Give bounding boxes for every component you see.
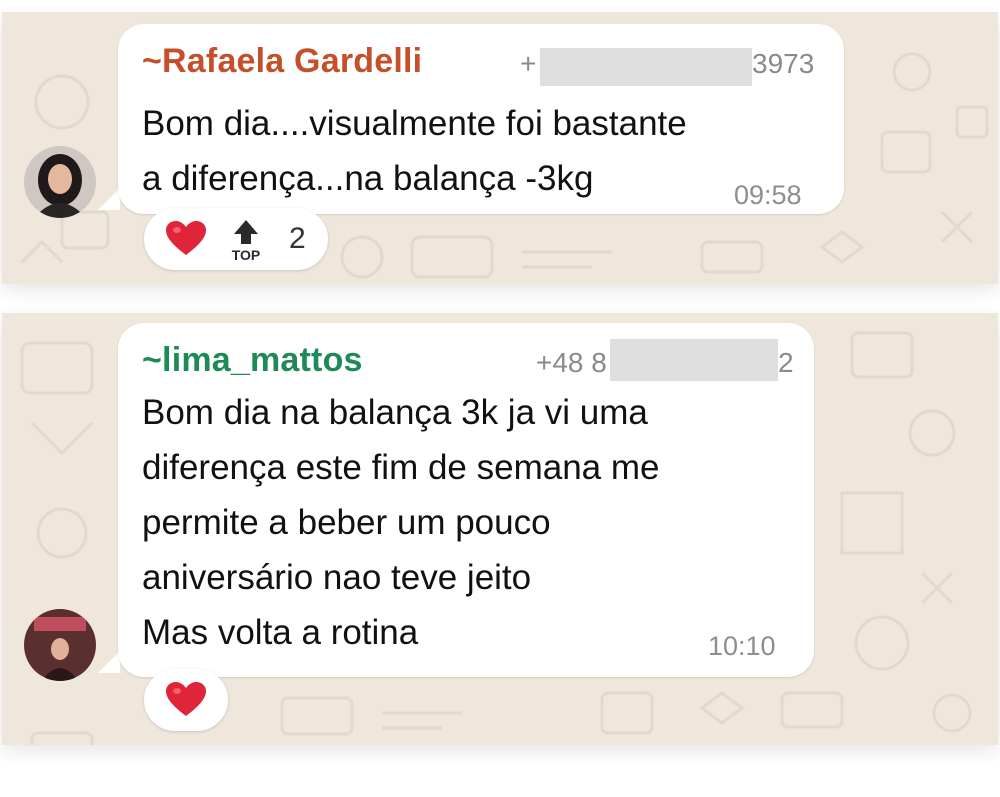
avatar[interactable]: [24, 146, 96, 218]
sender-phone-suffix: 3973: [752, 48, 815, 79]
avatar[interactable]: [24, 609, 96, 681]
heart-icon: [166, 221, 206, 255]
chat-panel-2: ~lima_mattos +48 8 2 Bom dia na balança …: [2, 313, 998, 745]
reactions-pill[interactable]: TOP 2: [144, 208, 328, 270]
bubble-tail: [98, 188, 120, 210]
reaction-count: 2: [289, 222, 306, 255]
message-bubble[interactable]: ~lima_mattos +48 8 2 Bom dia na balança …: [118, 323, 814, 677]
redaction-box: [610, 339, 778, 381]
message-text: Bom dia....visualmente foi bastante a di…: [142, 104, 687, 198]
sender-phone-prefix: +48 8: [536, 347, 607, 378]
bubble-tail: [98, 651, 120, 673]
sender-name[interactable]: ~Rafaela Gardelli: [142, 42, 422, 81]
reactions-pill[interactable]: [144, 669, 228, 731]
top-arrow-icon: TOP: [232, 220, 261, 262]
sender-name[interactable]: ~lima_mattos: [142, 341, 363, 380]
avatar-photo-icon: [24, 609, 96, 681]
message-text: Bom dia na balança 3k ja vi uma diferenç…: [142, 393, 660, 652]
sender-phone-suffix: 2: [778, 347, 794, 378]
top-label: TOP: [232, 247, 261, 262]
redaction-box: [540, 48, 752, 86]
heart-icon: [166, 682, 206, 716]
sender-phone-prefix: +: [520, 48, 537, 79]
message-time: 10:10: [708, 631, 776, 661]
message-time: 09:58: [734, 180, 802, 210]
message-bubble[interactable]: ~Rafaela Gardelli + 3973 Bom dia....visu…: [118, 24, 844, 214]
avatar-photo-icon: [24, 146, 96, 218]
chat-panel-1: ~Rafaela Gardelli + 3973 Bom dia....visu…: [2, 12, 998, 284]
